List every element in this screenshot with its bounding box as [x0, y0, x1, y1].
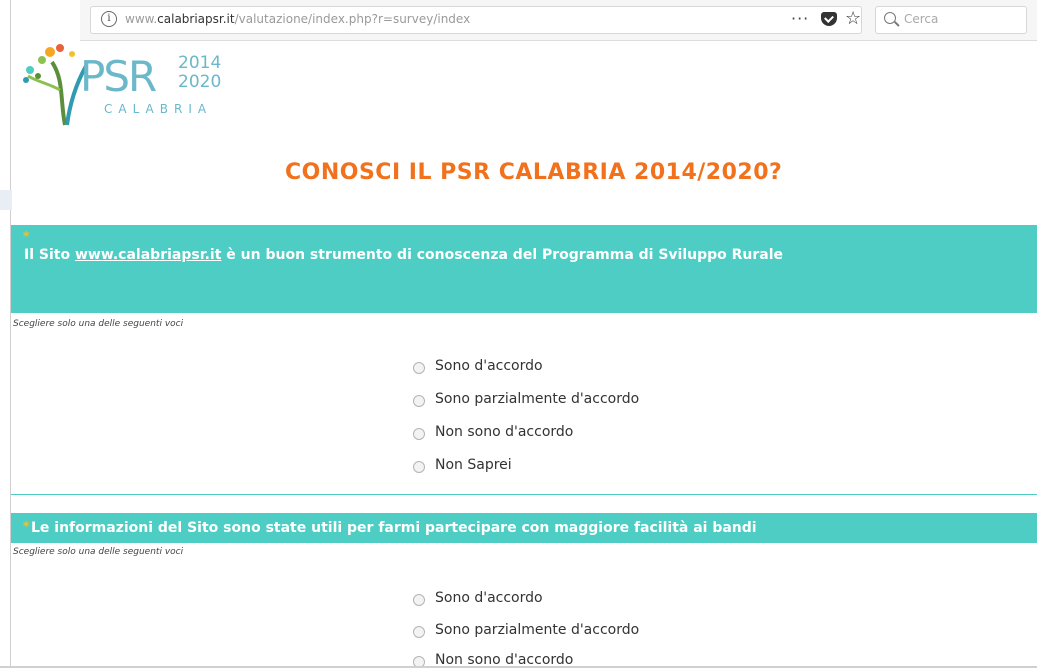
radio-button[interactable]	[413, 593, 425, 606]
browser-toolbar: i www.calabriapsr.it/valutazione/index.p…	[80, 0, 1037, 41]
required-asterisk: *	[23, 229, 30, 243]
question-1-text: Il Sito www.calabriapsr.it è un buon str…	[24, 247, 784, 263]
q2-option-agree[interactable]: Sono d'accordo	[413, 587, 543, 609]
logo-region-text: CALABRIA	[104, 102, 213, 116]
radio-button[interactable]	[413, 361, 425, 374]
question-2-hint: Scegliere solo una delle seguenti voci	[13, 547, 184, 557]
q2-option-partially-agree[interactable]: Sono parzialmente d'accordo	[413, 619, 639, 641]
question-1-header: * Il Sito www.calabriapsr.it è un buon s…	[11, 225, 1037, 313]
question-1-hint: Scegliere solo una delle seguenti voci	[13, 319, 184, 329]
pocket-icon[interactable]	[821, 12, 837, 26]
search-placeholder: Cerca	[904, 12, 939, 26]
question-2-text: Le informazioni del Sito sono state util…	[31, 520, 757, 536]
search-icon	[884, 12, 896, 24]
q1-option-partially-agree[interactable]: Sono parzialmente d'accordo	[413, 388, 639, 410]
psr-calabria-logo: PSR 2014 2020 CALABRIA	[20, 40, 222, 130]
radio-button[interactable]	[413, 625, 425, 638]
q1-option-agree[interactable]: Sono d'accordo	[413, 355, 543, 377]
question-divider	[11, 494, 1037, 495]
site-link[interactable]: www.calabriapsr.it	[75, 247, 221, 263]
logo-psr-text: PSR	[80, 52, 157, 101]
required-asterisk: *	[23, 519, 30, 533]
q1-option-dont-know[interactable]: Non Saprei	[413, 454, 512, 476]
url-text[interactable]: www.calabriapsr.it/valutazione/index.php…	[125, 12, 470, 26]
q1-option-disagree[interactable]: Non sono d'accordo	[413, 421, 573, 443]
browser-search-box[interactable]: Cerca	[875, 6, 1027, 34]
site-info-icon[interactable]: i	[101, 11, 117, 27]
page-actions-menu-icon[interactable]: ···	[791, 9, 809, 28]
window-left-edge	[10, 0, 11, 668]
left-edge-marker	[0, 190, 12, 210]
survey-title: CONOSCI IL PSR CALABRIA 2014/2020?	[285, 160, 783, 185]
radio-button[interactable]	[413, 427, 425, 440]
bookmark-star-icon[interactable]: ☆	[845, 8, 861, 29]
radio-button[interactable]	[413, 460, 425, 473]
logo-years: 2014 2020	[178, 53, 222, 92]
address-bar[interactable]: i www.calabriapsr.it/valutazione/index.p…	[90, 6, 862, 34]
question-2-header: * Le informazioni del Sito sono state ut…	[11, 513, 1037, 543]
radio-button[interactable]	[413, 394, 425, 407]
